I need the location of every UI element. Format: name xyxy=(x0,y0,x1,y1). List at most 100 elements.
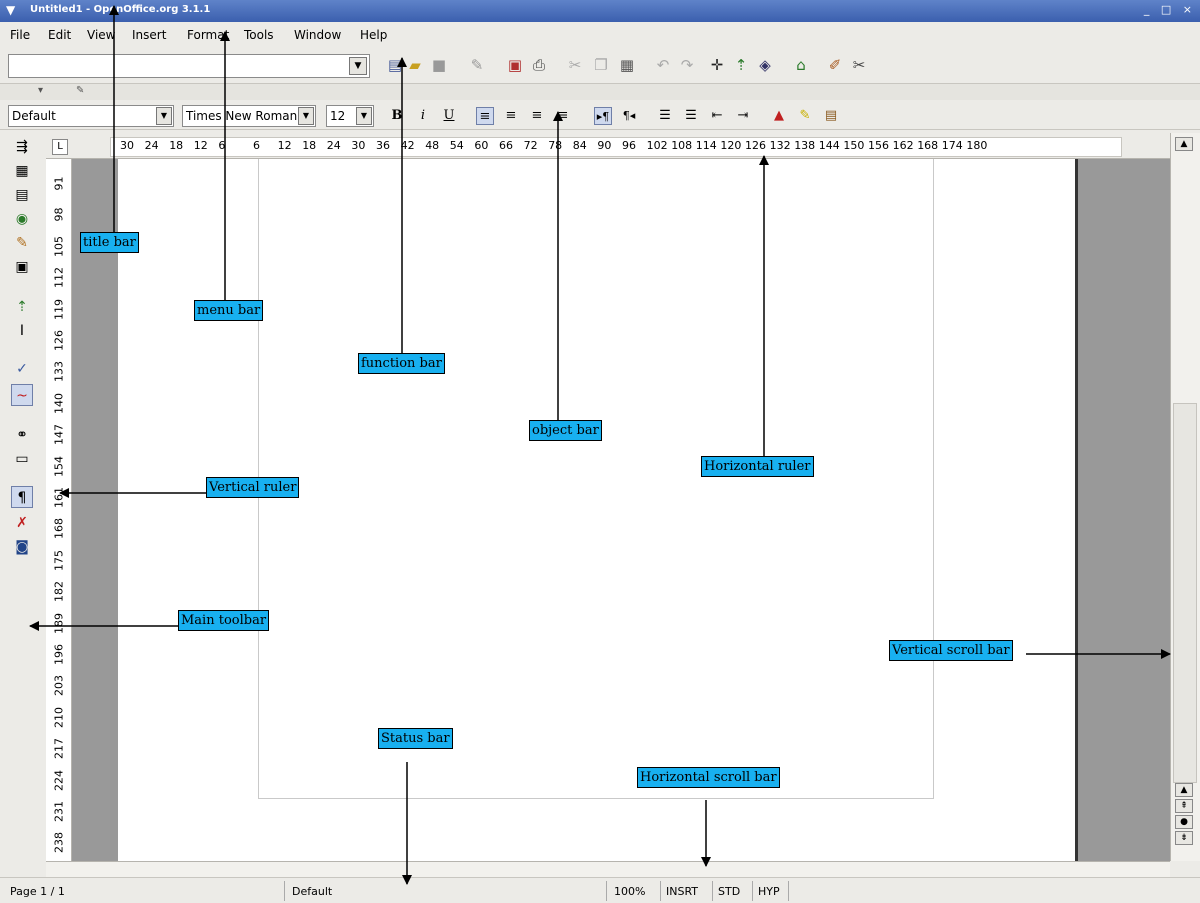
rtl-direction-icon[interactable]: ¶◂ xyxy=(620,107,638,125)
menu-format[interactable]: Format xyxy=(187,28,229,42)
horizontal-ruler[interactable]: L 30 24 18 12 6 6 12 18 24 30 36 42 48 54 60 66 72 78 84 90… xyxy=(46,133,1170,159)
zoom-level[interactable]: 100% xyxy=(614,885,645,898)
ruler-tick-label: 12 xyxy=(193,139,208,152)
ruler-tick-label: 189 xyxy=(52,613,66,641)
menu-help[interactable]: Help xyxy=(360,28,387,42)
formatting-marks-icon[interactable]: ¶ xyxy=(11,486,33,508)
selection-mode[interactable]: STD xyxy=(718,885,740,898)
draw-cross-icon[interactable]: ✗ xyxy=(11,512,33,534)
menu-window[interactable]: Window xyxy=(294,28,341,42)
italic-button[interactable]: i xyxy=(414,107,432,125)
horizontal-scroll-bar[interactable] xyxy=(46,861,1170,877)
draw-functions-icon[interactable]: ✎ xyxy=(11,232,33,254)
align-left-icon[interactable]: ≡ xyxy=(476,107,494,125)
ruler-tick-label: 105 xyxy=(52,236,66,264)
cut-icon[interactable]: ✂ xyxy=(564,54,586,76)
ruler-tick-label: 54 xyxy=(449,139,464,152)
page-indicator[interactable]: Page 1 / 1 xyxy=(10,885,65,898)
save-icon[interactable]: ■ xyxy=(428,54,450,76)
insert-object-icon[interactable]: ◉ xyxy=(11,208,33,230)
autospellcheck-icon[interactable]: ~ xyxy=(11,384,33,406)
brush-icon[interactable]: ✐ xyxy=(824,54,846,76)
text-cursor-icon[interactable]: I xyxy=(11,320,33,342)
chevron-down-icon[interactable]: ▼ xyxy=(356,107,372,125)
background-color-icon[interactable]: ▤ xyxy=(822,107,840,125)
navigator-icon[interactable]: ⇡ xyxy=(11,296,33,318)
font-color-icon[interactable]: ▲ xyxy=(770,107,788,125)
new-document-icon[interactable]: ▤ xyxy=(384,54,406,76)
ruler-tick-label: 78 xyxy=(548,139,563,152)
menu-edit[interactable]: Edit xyxy=(48,28,71,42)
paste-icon[interactable]: ▦ xyxy=(616,54,638,76)
vertical-scroll-bar[interactable]: ▲ ▲ ⇞ ● ⇟ xyxy=(1170,133,1200,861)
menu-view[interactable]: View xyxy=(87,28,115,42)
hyperlink-mode[interactable]: HYP xyxy=(758,885,780,898)
annotation-vertical-scroll-bar: Vertical scroll bar xyxy=(889,640,1013,661)
edit-file-icon[interactable]: ✎ xyxy=(466,54,488,76)
open-folder-icon[interactable]: ▰ xyxy=(404,54,426,76)
copy-icon[interactable]: ❐ xyxy=(590,54,612,76)
function-bar: ▼ ▤ ▰ ■ ✎ ▣ ⎙ ✂ ❐ ▦ ↶ ↷ ✛ ⇡ ◈ ⌂ ✐ ✂ xyxy=(0,48,1200,84)
decrease-indent-icon[interactable]: ⇤ xyxy=(708,107,726,125)
insert-mode[interactable]: INSRT xyxy=(666,885,698,898)
insert-table-icon[interactable]: ▦ xyxy=(11,160,33,182)
menu-insert[interactable]: Insert xyxy=(132,28,166,42)
align-center-icon[interactable]: ≡ xyxy=(502,107,520,125)
chevron-down-icon[interactable]: ▾ xyxy=(38,85,43,96)
ruler-tick-label: 182 xyxy=(52,581,66,609)
load-url-combo[interactable]: ▼ xyxy=(8,54,370,78)
crosshair-icon[interactable]: ✛ xyxy=(706,54,728,76)
chevron-down-icon[interactable]: ▼ xyxy=(156,107,172,125)
increase-indent-icon[interactable]: ⇥ xyxy=(734,107,752,125)
ruler-tick-text: 182 xyxy=(52,581,66,603)
bullets-icon[interactable]: ☰ xyxy=(682,107,700,125)
redo-icon[interactable]: ↷ xyxy=(676,54,698,76)
ruler-tick-label: 96 xyxy=(622,139,636,152)
chevron-down-icon[interactable]: ▼ xyxy=(298,107,314,125)
menu-file[interactable]: File xyxy=(10,28,30,42)
window-menu-icon[interactable]: ▼ xyxy=(6,3,15,17)
vertical-ruler[interactable]: 91 98 105 112 119 126 133 140 147 154 161 168 175 182… xyxy=(46,159,72,861)
ltr-direction-icon[interactable]: ▸¶ xyxy=(594,107,612,125)
scroll-thumb[interactable] xyxy=(1173,403,1197,783)
scissors-icon[interactable]: ✂ xyxy=(848,54,870,76)
window-controls[interactable]: _ □ × xyxy=(1144,3,1196,16)
scroll-up-icon[interactable]: ▲ xyxy=(1175,137,1193,151)
undo-icon[interactable]: ↶ xyxy=(652,54,674,76)
document-page[interactable] xyxy=(118,159,1076,861)
ruler-tick-label: 154 xyxy=(52,456,66,484)
navigation-icon[interactable]: ● xyxy=(1175,815,1193,829)
globe-icon[interactable]: ◙ xyxy=(11,536,33,558)
data-sources-icon[interactable]: ⌂ xyxy=(790,54,812,76)
ruler-tick-label: 30 xyxy=(120,139,134,152)
navigator-icon[interactable]: ⇡ xyxy=(730,54,752,76)
menu-tools[interactable]: Tools xyxy=(244,28,274,42)
paragraph-style-combo[interactable]: Default ▼ xyxy=(8,105,174,127)
previous-page-icon[interactable]: ⇞ xyxy=(1175,799,1193,813)
highlighting-icon[interactable]: ✎ xyxy=(796,107,814,125)
insert-icon[interactable]: ⇶ xyxy=(11,136,33,158)
chevron-down-icon[interactable]: ▼ xyxy=(349,57,367,75)
gallery-icon[interactable]: ◈ xyxy=(754,54,776,76)
next-page-icon[interactable]: ⇟ xyxy=(1175,831,1193,845)
bold-button[interactable]: B xyxy=(388,107,406,125)
spellcheck-icon[interactable]: ✓ xyxy=(11,358,33,380)
export-pdf-icon[interactable]: ▣ xyxy=(504,54,526,76)
scroll-up-icon[interactable]: ▲ xyxy=(1175,783,1193,797)
font-size-combo[interactable]: 12 ▼ xyxy=(326,105,374,127)
page-style[interactable]: Default xyxy=(292,885,332,898)
settings-icon[interactable]: ✎ xyxy=(76,85,84,96)
insert-fields-icon[interactable]: ▤ xyxy=(11,184,33,206)
frame-icon[interactable]: ▭ xyxy=(11,448,33,470)
form-controls-icon[interactable]: ▣ xyxy=(11,256,33,278)
numbering-icon[interactable]: ☰ xyxy=(656,107,674,125)
print-icon[interactable]: ⎙ xyxy=(528,54,550,76)
ruler-tick-text: 140 xyxy=(52,392,66,414)
font-name-combo[interactable]: Times New Roman ▼ xyxy=(182,105,316,127)
title-bar[interactable]: ▼ Untitled1 - OpenOffice.org 3.1.1 _ □ × xyxy=(0,0,1200,22)
tab-stop-selector[interactable]: L xyxy=(52,139,68,155)
justify-icon[interactable]: ≡ xyxy=(554,107,572,125)
underline-button[interactable]: U xyxy=(440,107,458,125)
align-right-icon[interactable]: ≡ xyxy=(528,107,546,125)
find-binoculars-icon[interactable]: ⚭ xyxy=(11,424,33,446)
